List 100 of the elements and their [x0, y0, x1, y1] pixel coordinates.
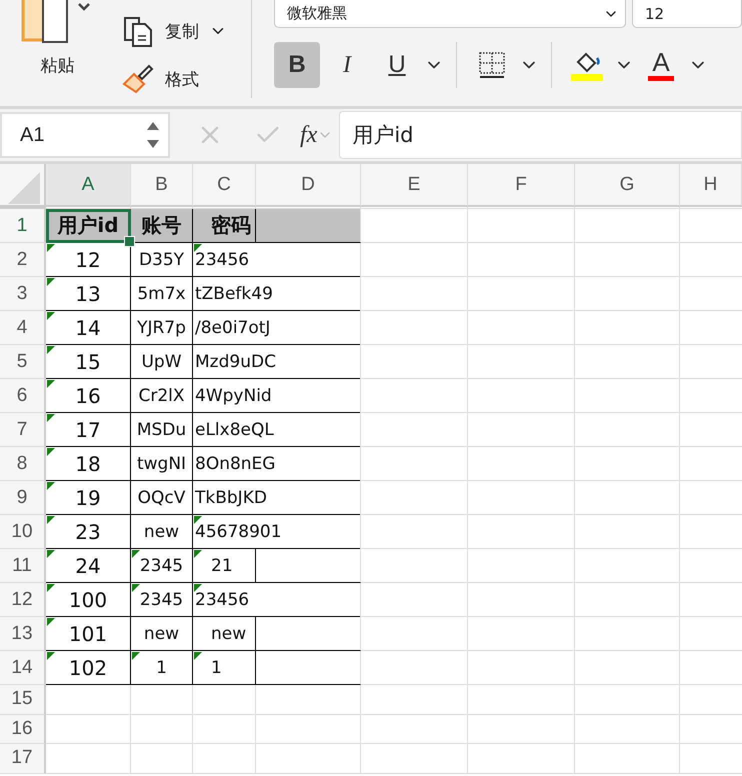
- table-cell[interactable]: UpW: [131, 345, 193, 379]
- cell-text: MSDu: [136, 420, 186, 440]
- row-header[interactable]: 14: [0, 651, 46, 685]
- cell-text: 101: [68, 622, 108, 646]
- cell-text: D35Y: [138, 250, 184, 270]
- format-painter-button[interactable]: 格式: [114, 62, 251, 96]
- row-header[interactable]: 12: [0, 583, 46, 617]
- table-cell[interactable]: new: [193, 617, 361, 651]
- font-color-button[interactable]: A: [638, 42, 684, 88]
- cell-text: Mzd9uDC: [195, 352, 276, 372]
- row-header[interactable]: 9: [0, 481, 46, 515]
- table-cell[interactable]: 8On8nEG: [193, 447, 361, 481]
- cell-text: 2345: [140, 556, 184, 576]
- row-header[interactable]: 1: [0, 209, 46, 243]
- column-header[interactable]: B: [131, 164, 193, 207]
- table-cell[interactable]: 2345: [131, 583, 193, 617]
- table-cell[interactable]: 17: [46, 413, 131, 447]
- column-header[interactable]: E: [361, 164, 468, 207]
- table-cell[interactable]: tZBefk49: [193, 277, 361, 311]
- table-cell[interactable]: 19: [46, 481, 131, 515]
- header-cell[interactable]: 账号: [131, 209, 193, 243]
- row-header[interactable]: 5: [0, 345, 46, 379]
- table-cell[interactable]: D35Y: [131, 243, 193, 277]
- cell-text: 2345: [140, 590, 184, 610]
- table-cell[interactable]: /8e0i7otJ: [193, 311, 361, 345]
- table-cell[interactable]: 100: [46, 583, 131, 617]
- column-header[interactable]: H: [680, 164, 742, 207]
- table-cell[interactable]: 16: [46, 379, 131, 413]
- formula-field[interactable]: 用户id: [339, 111, 742, 159]
- row-header[interactable]: 8: [0, 447, 46, 481]
- underline-button[interactable]: U: [374, 42, 420, 88]
- table-cell[interactable]: 13: [46, 277, 131, 311]
- name-box[interactable]: A1: [0, 112, 170, 158]
- cell-text: 24: [75, 554, 101, 578]
- table-cell[interactable]: TkBbJKD: [193, 481, 361, 515]
- row-header[interactable]: 10: [0, 515, 46, 549]
- row-header[interactable]: 2: [0, 243, 46, 277]
- table-cell[interactable]: 45678901: [193, 515, 361, 549]
- row-header[interactable]: 13: [0, 617, 46, 651]
- table-cell[interactable]: 23456: [193, 583, 361, 617]
- column-header[interactable]: C: [193, 164, 256, 207]
- table-cell[interactable]: Cr2lX: [131, 379, 193, 413]
- cell-text: 密码: [211, 212, 251, 239]
- copy-button[interactable]: 复制: [114, 14, 251, 48]
- column-header[interactable]: A: [46, 164, 131, 207]
- function-button[interactable]: fx: [300, 122, 318, 148]
- table-cell[interactable]: 4WpyNid: [193, 379, 361, 413]
- cell-text: new: [211, 624, 246, 644]
- table-cell[interactable]: 23: [46, 515, 131, 549]
- header-cell[interactable]: 密码: [193, 209, 361, 243]
- cell-text: 15: [75, 350, 101, 374]
- row-header[interactable]: 16: [0, 714, 46, 744]
- row-header[interactable]: 3: [0, 277, 46, 311]
- cell-text: 16: [75, 384, 101, 408]
- column-header[interactable]: F: [468, 164, 575, 207]
- paste-label: 粘贴: [40, 55, 74, 77]
- table-cell[interactable]: new: [131, 617, 193, 651]
- table-cell[interactable]: 14: [46, 311, 131, 345]
- table-cell[interactable]: YJR7p: [131, 311, 193, 345]
- table-cell[interactable]: 18: [46, 447, 131, 481]
- table-cell[interactable]: OQcV: [131, 481, 193, 515]
- table-cell[interactable]: 1: [193, 651, 361, 685]
- italic-button[interactable]: I: [324, 42, 370, 88]
- table-cell[interactable]: MSDu: [131, 413, 193, 447]
- table-cell[interactable]: 23456: [193, 243, 361, 277]
- table-cell[interactable]: 15: [46, 345, 131, 379]
- brush-icon: [120, 62, 155, 96]
- cell-text: 用户id: [57, 212, 119, 239]
- table-cell[interactable]: 101: [46, 617, 131, 651]
- table-cell[interactable]: 21: [193, 549, 361, 583]
- table-cell[interactable]: twgNI: [131, 447, 193, 481]
- table-cell[interactable]: eLlx8eQL: [193, 413, 361, 447]
- cell-text: 23: [75, 520, 101, 544]
- row-header[interactable]: 7: [0, 413, 46, 447]
- cell-text: YJR7p: [137, 318, 186, 338]
- cell-text: 1: [156, 658, 167, 678]
- table-cell[interactable]: Mzd9uDC: [193, 345, 361, 379]
- font-size-field[interactable]: 12: [632, 0, 742, 28]
- table-cell[interactable]: 24: [46, 549, 131, 583]
- column-header[interactable]: D: [256, 164, 361, 207]
- cell-text: 12: [75, 248, 101, 272]
- table-cell[interactable]: 12: [46, 243, 131, 277]
- table-cell[interactable]: 2345: [131, 549, 193, 583]
- cell-text: Cr2lX: [138, 386, 185, 406]
- cell-text: 1: [211, 658, 222, 678]
- fill-handle[interactable]: [124, 236, 135, 247]
- table-cell[interactable]: 102: [46, 651, 131, 685]
- table-cell[interactable]: 1: [131, 651, 193, 685]
- table-cell[interactable]: 5m7x: [131, 277, 193, 311]
- font-name-field[interactable]: 微软雅黑: [274, 0, 626, 28]
- column-header[interactable]: G: [575, 164, 680, 207]
- row-header[interactable]: 17: [0, 744, 46, 774]
- row-header[interactable]: 15: [0, 685, 46, 714]
- row-header[interactable]: 11: [0, 549, 46, 583]
- bold-button[interactable]: B: [274, 42, 320, 88]
- cell-text: new: [144, 522, 180, 542]
- row-header[interactable]: 4: [0, 311, 46, 345]
- row-header[interactable]: 6: [0, 379, 46, 413]
- table-cell[interactable]: new: [131, 515, 193, 549]
- cell-text: 13: [75, 282, 101, 306]
